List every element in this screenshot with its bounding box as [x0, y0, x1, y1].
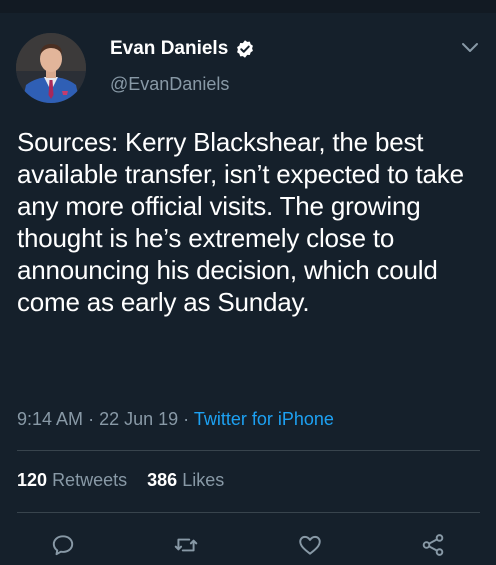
retweet-button[interactable] — [171, 530, 201, 560]
share-button[interactable] — [418, 530, 448, 560]
author-name[interactable]: Evan Daniels — [110, 38, 228, 60]
retweets-count: 120 — [17, 470, 48, 490]
retweet-icon — [174, 538, 198, 552]
retweets-stat[interactable]: 120 Retweets — [17, 470, 127, 490]
engagement-stats: 120 Retweets 386 Likes — [17, 470, 224, 491]
tweet-text: Sources: Kerry Blackshear, the best avai… — [17, 127, 464, 317]
share-icon — [422, 534, 444, 556]
author-name-row[interactable]: Evan Daniels — [110, 38, 255, 60]
heart-icon — [299, 535, 321, 555]
tweet-source-link[interactable]: Twitter for iPhone — [194, 409, 334, 429]
likes-stat[interactable]: 386 Likes — [147, 470, 224, 490]
author-handle[interactable]: @EvanDaniels — [110, 74, 229, 95]
reply-button[interactable] — [48, 530, 78, 560]
likes-label: Likes — [182, 470, 225, 490]
likes-count: 386 — [147, 470, 178, 490]
tweet-meta: 9:14 AM · 22 Jun 19 · Twitter for iPhone — [17, 409, 334, 430]
meta-separator: · — [88, 409, 95, 429]
retweets-label: Retweets — [52, 470, 128, 490]
avatar[interactable] — [16, 33, 86, 103]
meta-separator: · — [183, 409, 190, 429]
avatar-image — [16, 33, 86, 103]
tweet-date: 22 Jun 19 — [99, 409, 179, 429]
reply-icon — [52, 535, 74, 556]
divider — [17, 512, 480, 513]
status-bar-strip — [0, 0, 496, 13]
tweet-time: 9:14 AM — [17, 409, 84, 429]
divider — [17, 450, 480, 451]
chevron-down-icon[interactable] — [461, 41, 479, 55]
like-button[interactable] — [295, 530, 325, 560]
verified-badge-icon — [235, 39, 255, 59]
